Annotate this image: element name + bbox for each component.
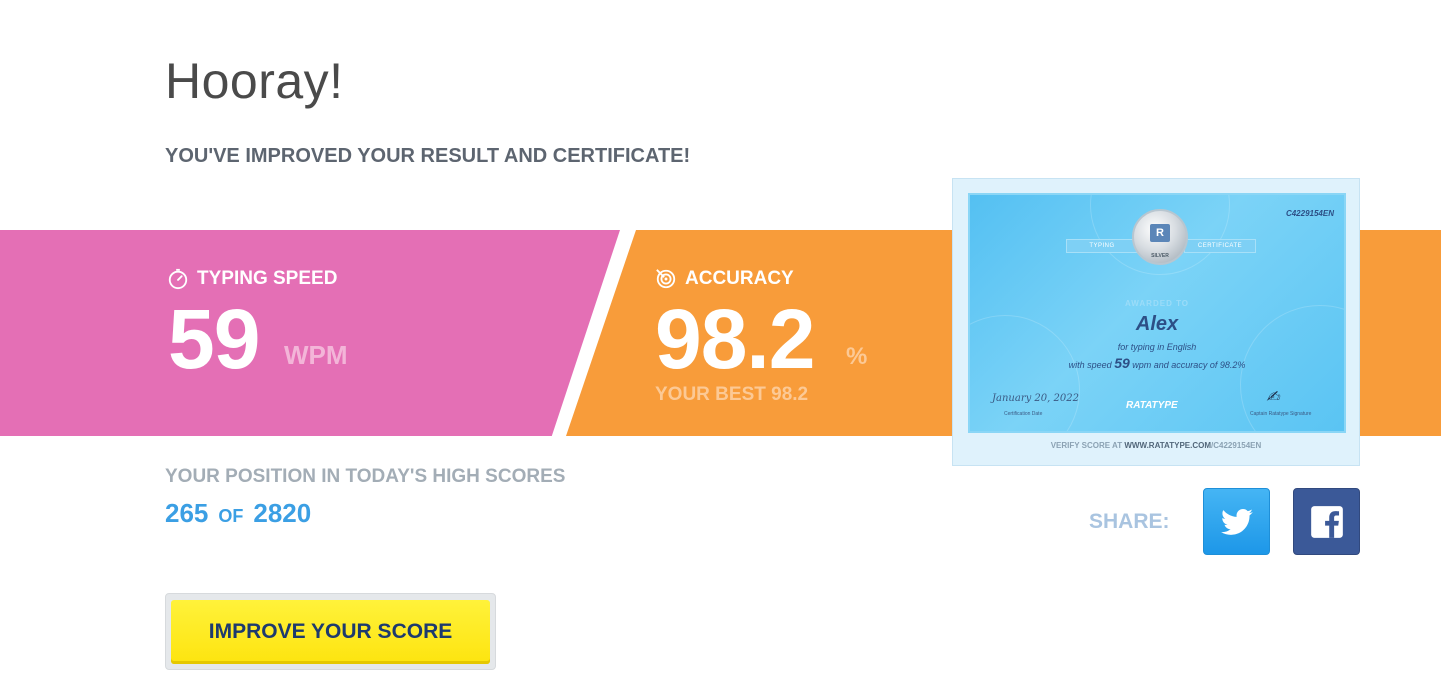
certificate-brand: RATATYPE [1126,400,1178,411]
certificate-stats-prefix: with speed [1068,360,1112,370]
share-twitter-button[interactable] [1203,488,1270,555]
certificate-signature-caption: Captain Ratatype Signature [1250,411,1312,417]
certificate-image: C4229154EN TYPING CERTIFICATE R SILVER A… [968,193,1346,433]
verify-url: WWW.RATATYPE.COM [1124,441,1212,450]
typing-speed-label: TYPING SPEED [167,268,337,290]
facebook-icon [1310,505,1343,538]
position-total: 2820 [253,498,312,528]
accuracy-label: ACCURACY [655,268,794,290]
certificate-date: January 20, 2022 [992,393,1079,404]
share-label: SHARE: [1089,510,1170,533]
accuracy-value: 98.2 [655,292,815,386]
certificate-id: C4229154EN [1285,209,1334,218]
typing-speed-unit: WPM [284,340,348,370]
certificate-ribbon-left: TYPING [1066,239,1138,253]
page-title: Hooray! [165,53,344,109]
certificate-date-caption: Certification Date [1004,411,1043,417]
certificate-card[interactable]: C4229154EN TYPING CERTIFICATE R SILVER A… [952,178,1360,466]
silver-medal-icon: R SILVER [1132,209,1188,265]
high-score-position: 265 OF 2820 [165,498,311,529]
certificate-name: Alex [1135,313,1179,335]
certificate-stats-suffix: wpm and accuracy of 98.2% [1132,360,1246,370]
share-facebook-button[interactable] [1293,488,1360,555]
ratatype-logo-icon: R [1150,224,1170,242]
accuracy-best: YOUR BEST 98.2 [655,384,809,405]
certificate-speed: 59 [1114,355,1130,371]
typing-speed-text: TYPING SPEED [197,268,338,289]
verify-prefix: VERIFY SCORE AT [1050,441,1123,450]
accuracy-unit: % [846,343,868,370]
stopwatch-icon [168,268,188,290]
improve-score-button[interactable]: IMPROVE YOUR SCORE [171,600,490,664]
speed-band [0,230,620,436]
awarded-to-label: AWARDED TO [1124,299,1190,308]
medal-label: SILVER [1151,253,1169,259]
position-rank: 265 [165,498,209,528]
verify-score-line: VERIFY SCORE AT WWW.RATATYPE.COM/C422915… [953,441,1359,450]
verify-path: /C4229154EN [1211,441,1262,450]
accuracy-text: ACCURACY [685,268,794,289]
certificate-ribbon-right: CERTIFICATE [1184,239,1256,253]
signature-icon: ✍︎ [1266,387,1280,406]
improve-button-wrapper: IMPROVE YOUR SCORE [165,593,496,670]
certificate-language: for typing in English [1117,342,1197,352]
target-icon [656,269,676,289]
typing-speed-value: 59 [168,292,260,386]
result-subtitle: YOU'VE IMPROVED YOUR RESULT AND CERTIFIC… [165,145,691,167]
high-score-position-label: YOUR POSITION IN TODAY'S HIGH SCORES [165,466,566,487]
position-of: OF [218,506,244,526]
certificate-stats: with speed 59 wpm and accuracy of 98.2% [970,355,1344,371]
twitter-icon [1220,508,1253,535]
